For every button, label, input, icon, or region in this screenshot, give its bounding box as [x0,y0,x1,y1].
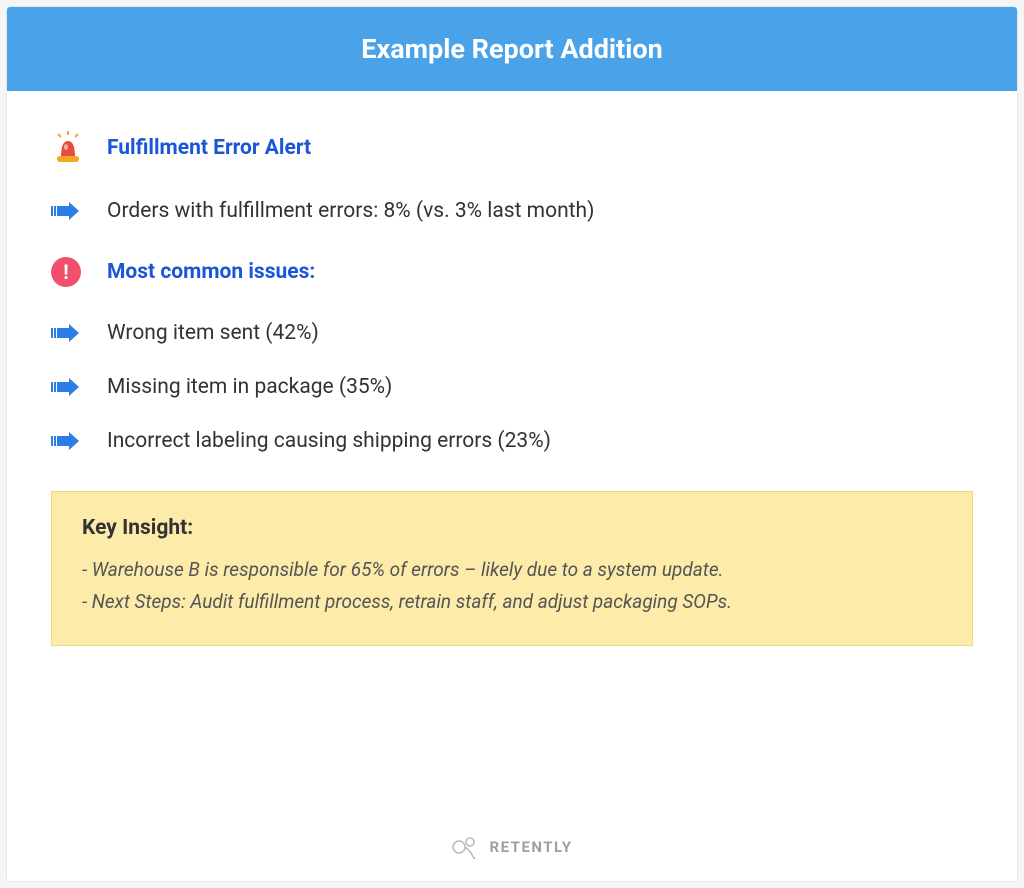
insight-line: - Next Steps: Audit fulfillment process,… [82,586,942,618]
issue-row: Missing item in package (35%) [51,375,973,399]
arrow-icon [51,201,107,221]
issue-text: Wrong item sent (42%) [107,321,319,345]
insight-box: Key Insight: - Warehouse B is responsibl… [51,491,973,646]
exclamation-icon: ! [51,257,107,287]
arrow-icon [51,431,107,451]
arrow-icon [51,377,107,397]
issue-row: Incorrect labeling causing shipping erro… [51,429,973,453]
arrow-icon [51,323,107,343]
issue-text: Incorrect labeling causing shipping erro… [107,429,551,453]
card-header: Example Report Addition [7,7,1017,91]
header-title: Example Report Addition [361,33,662,65]
orders-text: Orders with fulfillment errors: 8% (vs. … [107,199,594,223]
footer-brand-text: RETENTLY [489,838,572,856]
insight-line: - Warehouse B is responsible for 65% of … [82,554,942,586]
issues-title: Most common issues: [107,260,315,284]
issue-row: Wrong item sent (42%) [51,321,973,345]
alert-row: Fulfillment Error Alert [51,131,973,165]
footer-brand: RETENTLY [51,803,973,861]
insight-title: Key Insight: [82,516,942,540]
report-card: Example Report Addition Fulfillment Erro… [6,6,1018,882]
card-body: Fulfillment Error Alert Orders with fulf… [7,91,1017,881]
orders-row: Orders with fulfillment errors: 8% (vs. … [51,199,973,223]
siren-icon [51,131,107,165]
issue-text: Missing item in package (35%) [107,375,392,399]
issues-title-row: ! Most common issues: [51,257,973,287]
alert-title: Fulfillment Error Alert [107,136,311,160]
retently-logo-icon [451,833,479,861]
